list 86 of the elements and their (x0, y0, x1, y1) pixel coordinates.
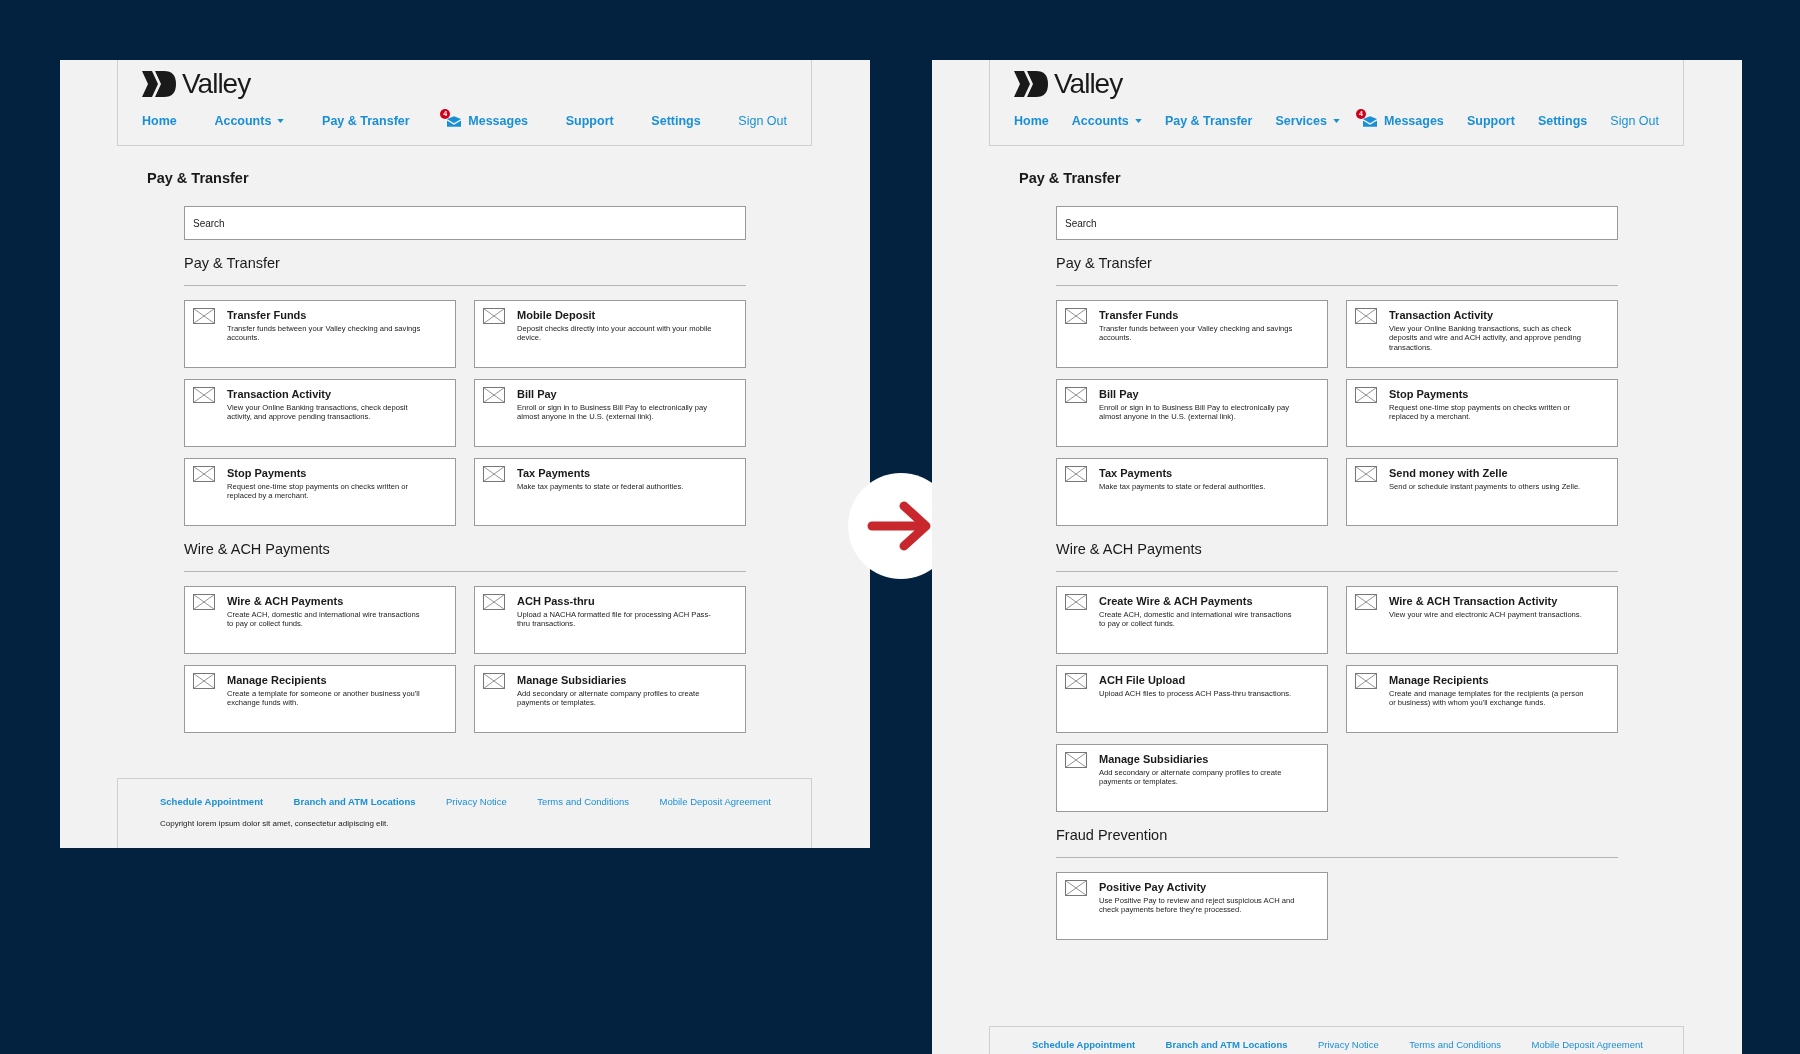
image-placeholder-icon (193, 673, 215, 689)
nav-dropdown[interactable]: Accounts (214, 114, 285, 128)
card-title: Create Wire & ACH Payments (1099, 595, 1254, 607)
page-title: Pay & Transfer (1019, 169, 1122, 187)
card-title: Bill Pay (1099, 388, 1140, 400)
image-placeholder-icon (483, 466, 505, 482)
image-placeholder-icon (1065, 880, 1087, 896)
envelope-icon (1363, 115, 1378, 127)
card-title: Transfer Funds (227, 309, 308, 321)
nav-link[interactable]: Home (142, 114, 177, 128)
card-title: Tax Payments (1099, 467, 1174, 479)
footer-link[interactable]: Privacy Notice (446, 796, 507, 807)
card-title: Manage Subsidiaries (517, 674, 628, 686)
image-placeholder-icon (1065, 752, 1087, 768)
image-placeholder-icon (483, 673, 505, 689)
nav-link[interactable]: Settings (651, 114, 701, 128)
nav-link[interactable]: Support (1466, 114, 1515, 128)
footer-link[interactable]: Terms and Conditions (537, 796, 630, 807)
envelope-icon (447, 115, 462, 127)
nav-link[interactable]: Sign Out (1610, 114, 1659, 128)
footer-link[interactable]: Branch and ATM Locations (293, 796, 416, 807)
image-placeholder-icon (1065, 308, 1087, 324)
image-placeholder-icon (1355, 308, 1377, 324)
image-placeholder-icon (1065, 466, 1087, 482)
logo-wordmark: Valley (182, 68, 251, 100)
image-placeholder-icon (193, 387, 215, 403)
caret-icon (1134, 119, 1142, 123)
card-title: Bill Pay (517, 388, 558, 400)
card-title: Positive Pay Activity (1099, 881, 1208, 893)
section-heading: Wire & ACH Payments (1056, 540, 1203, 558)
section-heading: Pay & Transfer (1056, 254, 1153, 272)
card-title: Transaction Activity (1389, 309, 1495, 321)
card-title: Wire & ACH Payments (227, 595, 345, 607)
card-title: Transfer Funds (1099, 309, 1180, 321)
nav-dropdown[interactable]: Services (1275, 114, 1340, 128)
image-placeholder-icon (193, 594, 215, 610)
nav-link[interactable]: Settings (1537, 114, 1588, 128)
caret-icon (1332, 119, 1340, 123)
card-title: Manage Subsidiaries (1099, 753, 1210, 765)
search-field[interactable]: Search (184, 206, 746, 240)
caret-icon (277, 119, 285, 123)
image-placeholder-icon (1355, 466, 1377, 482)
image-placeholder-icon (193, 466, 215, 482)
card-title: Manage Recipients (227, 674, 328, 686)
card-title: Wire & ACH Transaction Activity (1389, 595, 1559, 607)
card-title: Transaction Activity (227, 388, 333, 400)
footer-link[interactable]: Terms and Conditions (1409, 1039, 1502, 1050)
nav-link[interactable]: Pay & Transfer (322, 114, 410, 128)
nav-link[interactable]: Support (565, 114, 614, 128)
card-title: Stop Payments (227, 467, 308, 479)
image-placeholder-icon (1065, 594, 1087, 610)
footer-link[interactable]: Schedule Appointment (160, 796, 264, 807)
card-title: ACH Pass-thru (517, 595, 596, 607)
image-placeholder-icon (483, 308, 505, 324)
footer-link[interactable]: Privacy Notice (1318, 1039, 1379, 1050)
section-heading: Fraud Prevention (1056, 826, 1169, 844)
card-title: Send money with Zelle (1389, 467, 1509, 479)
logo-mark-icon (142, 69, 176, 99)
copyright-text: Copyright lorem ipsum dolor sit amet, consectetur adipiscing elit. (160, 819, 390, 828)
nav-link[interactable]: Sign Out (738, 114, 787, 128)
nav-link[interactable]: Home (1014, 114, 1049, 128)
section-heading: Pay & Transfer (184, 254, 281, 272)
nav-link[interactable]: Pay & Transfer (1164, 114, 1253, 128)
image-placeholder-icon (1065, 387, 1087, 403)
image-placeholder-icon (1355, 594, 1377, 610)
image-placeholder-icon (1355, 673, 1377, 689)
section-heading: Wire & ACH Payments (184, 540, 331, 558)
footer-link[interactable]: Mobile Deposit Agreement (1531, 1039, 1643, 1050)
card-title: Tax Payments (517, 467, 592, 479)
footer-link[interactable]: Branch and ATM Locations (1165, 1039, 1288, 1050)
footer-link[interactable]: Schedule Appointment (1032, 1039, 1136, 1050)
card-title: ACH File Upload (1099, 674, 1187, 686)
image-placeholder-icon (1355, 387, 1377, 403)
logo-wordmark: Valley (1054, 68, 1123, 100)
card-title: Mobile Deposit (517, 309, 597, 321)
logo-mark-icon (1014, 69, 1048, 99)
image-placeholder-icon (193, 308, 215, 324)
image-placeholder-icon (483, 594, 505, 610)
image-placeholder-icon (1065, 673, 1087, 689)
image-placeholder-icon (483, 387, 505, 403)
page-title: Pay & Transfer (147, 169, 250, 187)
nav-dropdown[interactable]: Accounts (1071, 114, 1142, 128)
search-field[interactable]: Search (1056, 206, 1618, 240)
card-title: Stop Payments (1389, 388, 1470, 400)
footer-link[interactable]: Mobile Deposit Agreement (659, 796, 771, 807)
card-title: Manage Recipients (1389, 674, 1490, 686)
